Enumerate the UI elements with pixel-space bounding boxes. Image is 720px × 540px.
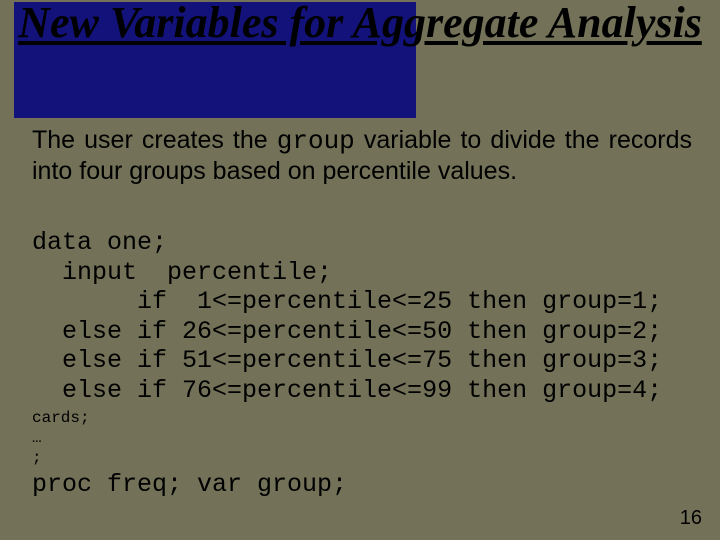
paragraph-pre: The user creates the (32, 126, 277, 154)
page-number: 16 (680, 507, 702, 530)
code-block-main: data one; input percentile; if 1<=percen… (32, 228, 692, 405)
slide-title: New Variables for Aggregate Analysis (0, 0, 720, 46)
paragraph-mono: group (277, 126, 355, 156)
code-block-cards: cards; … ; (32, 408, 692, 468)
intro-paragraph: The user creates the group variable to d… (32, 126, 692, 186)
code-block-proc: proc freq; var group; (32, 470, 692, 500)
